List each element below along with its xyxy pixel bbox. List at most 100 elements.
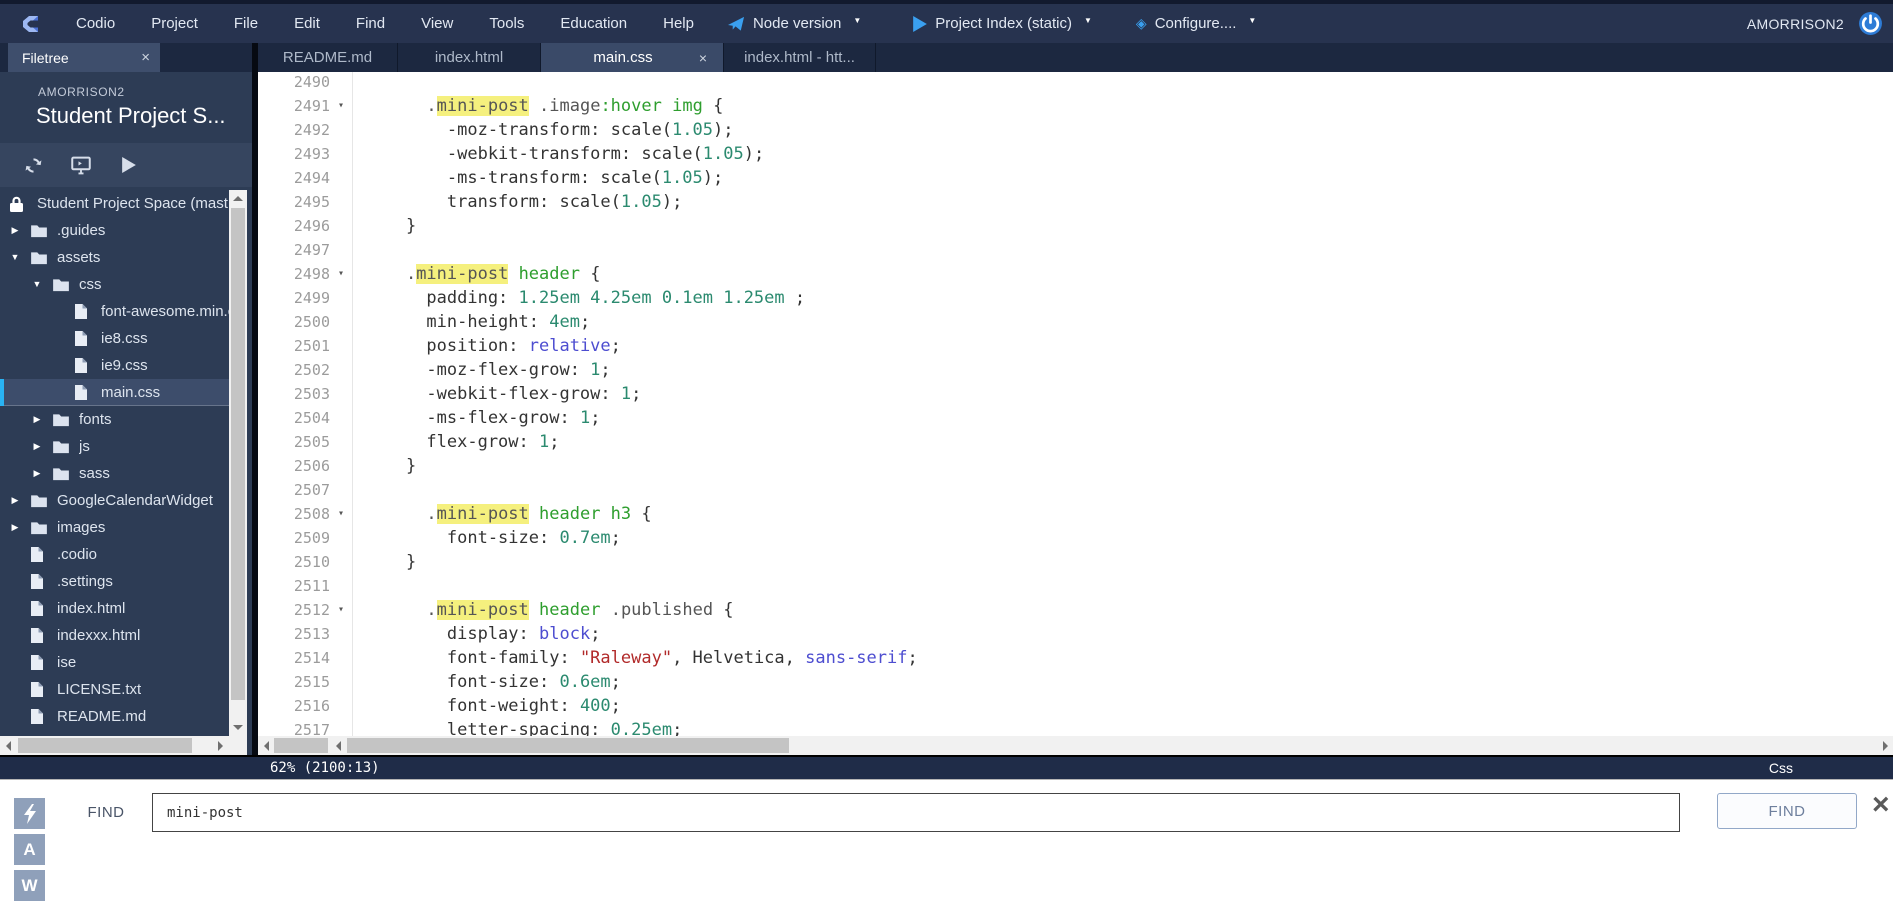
tree-item-readme.md[interactable]: README.md (0, 703, 247, 730)
username-label[interactable]: AMORRISON2 (1747, 16, 1844, 32)
menu-view[interactable]: View (421, 15, 453, 32)
token: min-height: (365, 312, 549, 332)
tree-item-label: js (79, 433, 90, 460)
chevron-collapsed-icon[interactable]: ▶ (30, 433, 44, 460)
scroll-left-icon[interactable] (330, 736, 345, 755)
chevron-collapsed-icon[interactable]: ▶ (30, 406, 44, 433)
chevron-collapsed-icon[interactable]: ▶ (8, 217, 22, 244)
tab-main.css[interactable]: main.css× (541, 43, 724, 72)
chevron-expanded-icon[interactable]: ▼ (30, 271, 44, 298)
node-version-dropdown[interactable]: Node version ▼ (728, 15, 861, 32)
close-icon[interactable]: × (699, 50, 707, 66)
chevron-expanded-icon[interactable]: ▼ (8, 244, 22, 271)
tab-readme.md[interactable]: README.md (258, 43, 398, 72)
scroll-up-icon[interactable] (229, 190, 247, 206)
code-text: -webkit-flex-grow: 1; (352, 382, 1893, 406)
menu-tools[interactable]: Tools (489, 15, 524, 32)
chevron-collapsed-icon[interactable]: ▶ (8, 514, 22, 541)
run-icon[interactable] (118, 154, 140, 176)
tree-item-indexxx.html[interactable]: indexxx.html (0, 622, 247, 649)
project-index-dropdown[interactable]: Project Index (static) ▼ (913, 15, 1092, 32)
filetree-vertical-scrollbar[interactable] (229, 190, 247, 736)
regex-toggle-icon[interactable] (14, 798, 45, 829)
tree-item-js[interactable]: ▶ js (0, 433, 247, 460)
tree-item-label: ie9.css (101, 352, 148, 379)
menu-codio[interactable]: Codio (76, 15, 115, 32)
scrollbar-thumb[interactable] (18, 738, 192, 753)
tab-index.html[interactable]: index.html (398, 43, 541, 72)
tree-item-assets[interactable]: ▼assets (0, 244, 247, 271)
fold-arrow-icon[interactable]: ▾ (330, 598, 352, 622)
filetree-tab[interactable]: Filetree × (8, 43, 160, 72)
gutter-scrollbar-thumb[interactable] (274, 738, 328, 753)
filetree-horizontal-scrollbar[interactable] (0, 736, 247, 755)
tree-item-fonts[interactable]: ▶fonts (0, 406, 247, 433)
fold-arrow-icon[interactable]: ▾ (330, 502, 352, 526)
tree-item-ie9.css[interactable]: ie9.css (0, 352, 247, 379)
project-title: Student Project S... (36, 103, 226, 129)
tree-item-ie8.css[interactable]: ie8.css (0, 325, 247, 352)
preview-monitor-icon[interactable] (70, 154, 92, 176)
codio-logo-icon[interactable] (18, 11, 44, 37)
find-button[interactable]: FIND (1717, 793, 1857, 829)
project-action-bar (0, 143, 252, 187)
code-text: .mini-post header { (352, 262, 1893, 286)
configure-dropdown[interactable]: ◈ Configure.... ▼ (1136, 15, 1256, 32)
line-number: 2493 (258, 142, 330, 166)
fold-arrow-icon[interactable]: ▾ (330, 262, 352, 286)
tree-item-ise[interactable]: ise (0, 649, 247, 676)
fold-arrow-icon[interactable]: ▾ (330, 94, 352, 118)
tree-item-googlecalendarwidget[interactable]: ▶GoogleCalendarWidget (0, 487, 247, 514)
line-number: 2494 (258, 166, 330, 190)
file-mode-status[interactable]: Css (1769, 760, 1793, 776)
fold-gutter (330, 214, 352, 238)
tree-item-.codio[interactable]: .codio (0, 541, 247, 568)
chevron-down-icon: ▼ (1248, 16, 1256, 25)
match-case-toggle-icon[interactable]: A (14, 834, 45, 865)
code-text: } (352, 214, 1893, 238)
tree-item-font-awesome.min.c[interactable]: font-awesome.min.c (0, 298, 247, 325)
menu-find[interactable]: Find (356, 15, 385, 32)
tree-item-student-project-space-mast[interactable]: Student Project Space (mast (0, 190, 247, 217)
scroll-down-icon[interactable] (229, 720, 247, 736)
tree-item-.guides[interactable]: ▶.guides (0, 217, 247, 244)
code-editor[interactable]: 24902491▾ .mini-post .image:hover img {2… (258, 72, 1893, 736)
scrollbar-thumb[interactable] (231, 208, 245, 700)
fold-gutter (330, 286, 352, 310)
code-text: } (352, 454, 1893, 478)
menu-edit[interactable]: Edit (294, 15, 320, 32)
folder-icon (30, 251, 48, 265)
scroll-right-icon[interactable] (213, 736, 229, 755)
code-line-2492: 2492 -moz-transform: scale(1.05); (258, 118, 1893, 142)
tree-item-main.css[interactable]: main.css (0, 379, 247, 406)
refresh-icon[interactable] (22, 154, 44, 176)
fold-gutter (330, 310, 352, 334)
scroll-right-icon[interactable] (1878, 736, 1893, 755)
menu-project[interactable]: Project (151, 15, 198, 32)
file-icon (74, 357, 92, 374)
line-number: 2509 (258, 526, 330, 550)
scrollbar-thumb[interactable] (347, 738, 789, 753)
scroll-left-icon[interactable] (0, 736, 16, 755)
chevron-collapsed-icon[interactable]: ▶ (8, 487, 22, 514)
editor-horizontal-scrollbar[interactable] (258, 736, 1893, 755)
tab-index.html-htt...[interactable]: index.html - htt... (724, 43, 876, 72)
fold-gutter (330, 526, 352, 550)
power-logout-icon[interactable] (1858, 11, 1883, 36)
menu-file[interactable]: File (234, 15, 258, 32)
find-input[interactable] (152, 793, 1680, 832)
tree-item-index.html[interactable]: index.html (0, 595, 247, 622)
scroll-left-icon[interactable] (258, 736, 273, 755)
project-index-label: Project Index (static) (935, 15, 1072, 32)
tree-item-.settings[interactable]: .settings (0, 568, 247, 595)
chevron-collapsed-icon[interactable]: ▶ (30, 460, 44, 487)
close-find-icon[interactable]: × (1872, 788, 1890, 822)
tree-item-license.txt[interactable]: LICENSE.txt (0, 676, 247, 703)
close-icon[interactable]: × (141, 49, 150, 66)
menu-education[interactable]: Education (560, 15, 627, 32)
file-icon (74, 330, 92, 347)
menu-help[interactable]: Help (663, 15, 694, 32)
tree-item-sass[interactable]: ▶sass (0, 460, 247, 487)
tree-item-css[interactable]: ▼css (0, 271, 247, 298)
tree-item-images[interactable]: ▶images (0, 514, 247, 541)
